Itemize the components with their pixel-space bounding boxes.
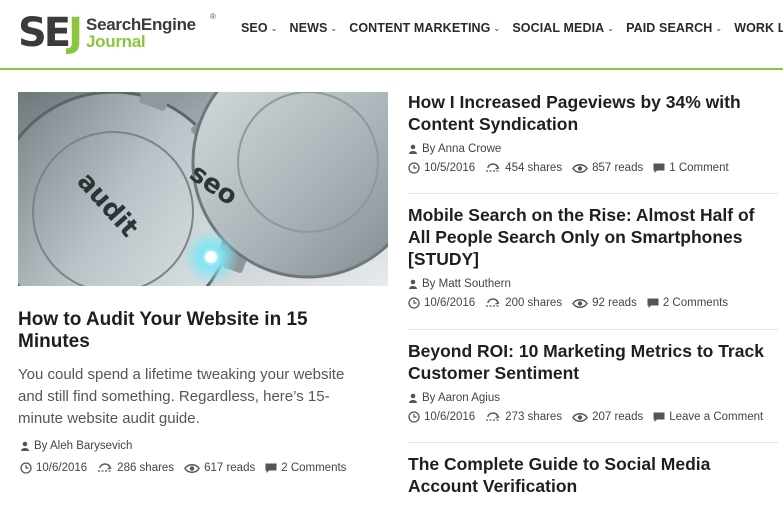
read-count: 92 reads <box>592 297 637 309</box>
featured-excerpt: You could spend a lifetime tweaking your… <box>18 366 345 427</box>
chevron-down-icon: ⌄ <box>715 23 723 33</box>
logo-wordmark: SearchEngine Journal <box>86 15 196 51</box>
clock-icon <box>408 162 420 174</box>
user-icon <box>20 441 30 451</box>
post-date: 10/6/2016 <box>424 411 476 423</box>
article-title[interactable]: How I Increased Pageviews by 34% with Co… <box>408 91 778 135</box>
comment-icon <box>265 463 277 474</box>
nav-item-seo[interactable]: SEO ⌄ <box>241 21 278 35</box>
chevron-down-icon: ⌄ <box>270 23 278 33</box>
article-stats: 10/5/2016 454 shares 857 reads 1 Comment <box>408 162 778 174</box>
featured-title[interactable]: How to Audit Your Website in 15 Minutes <box>18 309 348 353</box>
nav-item-paid-search[interactable]: PAID SEARCH ⌄ <box>626 21 722 35</box>
comment-icon <box>647 298 659 309</box>
user-icon <box>408 144 418 154</box>
comment-count[interactable]: 2 Comments <box>281 462 346 474</box>
author-name[interactable]: By Anna Crowe <box>422 143 501 155</box>
site-logo[interactable]: SEJ SearchEngine Journal ® <box>18 10 216 56</box>
divider <box>408 329 778 330</box>
chevron-down-icon: ⌄ <box>607 23 615 33</box>
logo-mark: SEJ <box>18 10 83 56</box>
featured-author: By Aleh Barysevich <box>20 440 132 452</box>
share-count: 200 shares <box>505 297 563 309</box>
clock-icon <box>20 462 32 474</box>
nav-item-content-marketing[interactable]: CONTENT MARKETING ⌄ <box>349 21 500 35</box>
share-count: 454 shares <box>505 162 563 174</box>
registered-mark: ® <box>210 12 216 21</box>
share-icon <box>485 297 501 309</box>
article-stats: 10/6/2016 200 shares 92 reads 2 Comments <box>408 297 778 309</box>
author-name[interactable]: By Aleh Barysevich <box>34 440 132 452</box>
article-card: How I Increased Pageviews by 34% with Co… <box>408 91 778 174</box>
read-count: 207 reads <box>592 411 644 423</box>
nav-item-work-life[interactable]: WORK LIFE⌄ <box>734 21 783 35</box>
eye-icon <box>572 298 588 309</box>
nav-item-news[interactable]: NEWS ⌄ <box>290 21 338 35</box>
featured-image[interactable]: audit seo <box>18 92 388 286</box>
article-stats: 10/6/2016 273 shares 207 reads Leave a C… <box>408 411 778 423</box>
article-title[interactable]: The Complete Guide to Social Media Accou… <box>408 453 778 497</box>
share-count: 286 shares <box>117 462 175 474</box>
featured-stats: 10/6/2016 286 shares 617 reads 2 Comment… <box>20 462 356 474</box>
comment-count[interactable]: 1 Comment <box>669 162 728 174</box>
article-author: By Aaron Agius <box>408 392 778 404</box>
user-icon <box>408 279 418 289</box>
eye-icon <box>572 412 588 423</box>
article-card: The Complete Guide to Social Media Accou… <box>408 453 778 497</box>
article-title[interactable]: Beyond ROI: 10 Marketing Metrics to Trac… <box>408 340 778 384</box>
article-card: Beyond ROI: 10 Marketing Metrics to Trac… <box>408 340 778 423</box>
comment-count[interactable]: 2 Comments <box>663 297 728 309</box>
clock-icon <box>408 411 420 423</box>
clock-icon <box>408 297 420 309</box>
post-date: 10/6/2016 <box>36 462 88 474</box>
article-author: By Matt Southern <box>408 278 778 290</box>
read-count: 857 reads <box>592 162 644 174</box>
eye-icon <box>184 463 200 474</box>
comment-icon <box>653 163 665 174</box>
user-icon <box>408 393 418 403</box>
comment-count[interactable]: Leave a Comment <box>669 411 763 423</box>
gears-illustration: audit seo <box>18 92 388 286</box>
comment-icon <box>653 412 665 423</box>
read-count: 617 reads <box>204 462 256 474</box>
divider <box>408 442 778 443</box>
nav-item-social-media[interactable]: SOCIAL MEDIA ⌄ <box>512 21 614 35</box>
share-icon <box>97 462 113 474</box>
share-icon <box>485 411 501 423</box>
author-name[interactable]: By Aaron Agius <box>422 392 500 404</box>
post-date: 10/6/2016 <box>424 297 476 309</box>
article-author: By Anna Crowe <box>408 143 778 155</box>
chevron-down-icon: ⌄ <box>330 23 338 33</box>
chevron-down-icon: ⌄ <box>493 23 501 33</box>
article-card: Mobile Search on the Rise: Almost Half o… <box>408 204 778 309</box>
author-name[interactable]: By Matt Southern <box>422 278 511 290</box>
main-nav: SEO ⌄ NEWS ⌄ CONTENT MARKETING ⌄ SOCIAL MED… <box>241 21 783 35</box>
eye-icon <box>572 163 588 174</box>
share-icon <box>485 162 501 174</box>
divider <box>408 193 778 194</box>
post-date: 10/5/2016 <box>424 162 476 174</box>
article-title[interactable]: Mobile Search on the Rise: Almost Half o… <box>408 204 778 270</box>
share-count: 273 shares <box>505 411 563 423</box>
site-header: SEJ SearchEngine Journal ® SEO ⌄ NEWS ⌄ CO… <box>0 0 783 70</box>
